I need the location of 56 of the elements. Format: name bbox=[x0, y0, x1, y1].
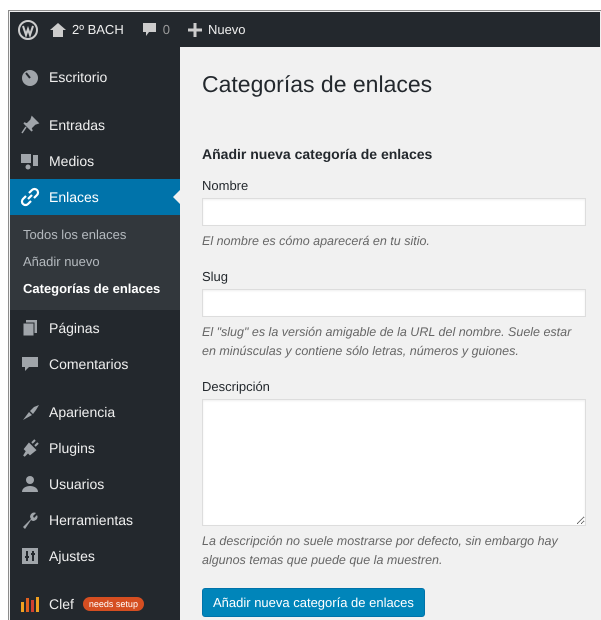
sidebar-label: Enlaces bbox=[49, 189, 99, 205]
field-label: Descripción bbox=[202, 379, 271, 394]
field-hint: El nombre es cómo aparecerá en tu sitio. bbox=[202, 233, 431, 250]
sidebar-item[interactable]: Comentarios bbox=[10, 346, 180, 382]
sidebar-label: Herramientas bbox=[49, 512, 134, 528]
submit-button[interactable]: Añadir nueva categoría de enlaces bbox=[202, 588, 425, 617]
submenu-item[interactable]: Categorías de enlaces bbox=[10, 275, 180, 302]
field-hint: El "slug" es la versión amigable de la URL del nombre. Suele estar en minúsculas y contiene sólo letras, números y guiones. bbox=[202, 324, 573, 360]
sidebar-label: Páginas bbox=[49, 320, 100, 336]
logo-icon[interactable] bbox=[18, 20, 38, 40]
comment-icon[interactable] bbox=[142, 22, 157, 37]
setup-badge: needs setup bbox=[82, 597, 144, 611]
new-link[interactable]: Nuevo bbox=[208, 22, 246, 37]
sidebar-item[interactable]: Entradas bbox=[10, 107, 180, 143]
sidebar-label: Clef bbox=[49, 596, 74, 612]
sidebar-label: Escritorio bbox=[49, 69, 108, 85]
home-icon[interactable] bbox=[50, 22, 66, 37]
sidebar-item[interactable]: Escritorio bbox=[10, 59, 180, 95]
page-title: Categorías de enlaces bbox=[202, 71, 434, 98]
sidebar-item[interactable]: Usuarios bbox=[10, 466, 180, 502]
sidebar-label: Comentarios bbox=[49, 356, 128, 372]
input-field[interactable] bbox=[202, 289, 586, 317]
sidebar-item[interactable]: Herramientas bbox=[10, 502, 180, 538]
field-label: Slug bbox=[202, 269, 230, 284]
sidebar-item[interactable]: Páginas bbox=[10, 310, 180, 346]
sliders-icon bbox=[20, 546, 40, 566]
link-icon bbox=[20, 187, 40, 207]
sidebar-label: Entradas bbox=[49, 117, 106, 133]
media-icon bbox=[20, 151, 40, 171]
sidebar-item[interactable]: Enlaces bbox=[10, 179, 180, 215]
sidebar-item[interactable]: Apariencia bbox=[10, 394, 180, 430]
sidebar-label: Plugins bbox=[49, 440, 95, 456]
bars-icon bbox=[20, 594, 40, 614]
pin-icon bbox=[20, 115, 40, 135]
field-hint: La descripción no suele mostrarse por defecto, sin embargo hay algunos temas que puede que la muestren. bbox=[202, 533, 560, 569]
user-icon bbox=[20, 474, 40, 494]
comment-icon bbox=[20, 354, 40, 374]
sidebar-label: Apariencia bbox=[49, 404, 116, 420]
comment-count[interactable]: 0 bbox=[162, 22, 170, 37]
sidebar-label: Medios bbox=[49, 153, 94, 169]
field-label: Nombre bbox=[202, 178, 250, 193]
brush-icon bbox=[20, 402, 40, 422]
sidebar-item[interactable]: Clef needs setup bbox=[10, 586, 180, 620]
submenu-item[interactable]: Añadir nuevo bbox=[10, 248, 180, 275]
sidebar-item[interactable]: Medios bbox=[10, 143, 180, 179]
plus-icon[interactable] bbox=[188, 22, 202, 36]
submenu-item[interactable]: Todos los enlaces bbox=[10, 221, 180, 248]
sidebar-item[interactable]: Ajustes bbox=[10, 538, 180, 574]
site-name[interactable]: 2º BACH bbox=[72, 22, 124, 37]
description-field[interactable] bbox=[202, 399, 586, 526]
dashboard-icon bbox=[20, 67, 40, 87]
sidebar-item[interactable]: Plugins bbox=[10, 430, 180, 466]
sidebar-label: Ajustes bbox=[49, 548, 95, 564]
input-field[interactable] bbox=[202, 198, 586, 226]
sidebar-label: Usuarios bbox=[49, 476, 104, 492]
form-title: Añadir nueva categoría de enlaces bbox=[202, 146, 434, 162]
